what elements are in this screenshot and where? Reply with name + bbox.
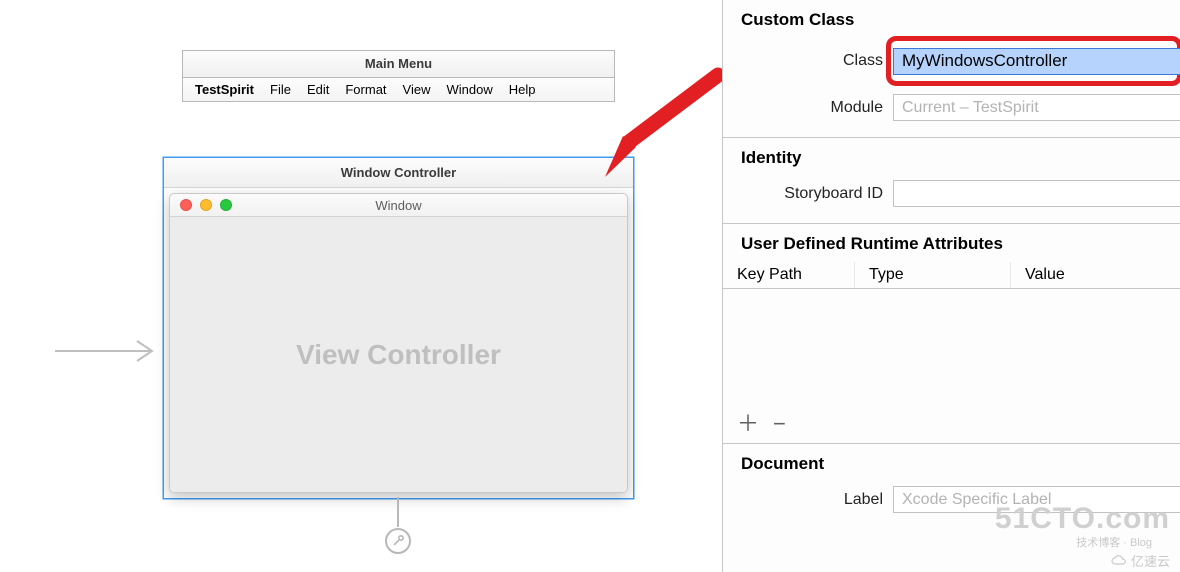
identity-inspector: Custom Class Class MyWindowsController M… <box>722 0 1180 572</box>
udra-col-type[interactable]: Type <box>855 262 1011 288</box>
module-label: Module <box>723 99 893 117</box>
view-controller-placeholder: View Controller <box>296 339 501 371</box>
identity-section: Identity Storyboard ID <box>723 138 1180 224</box>
remove-attribute-button[interactable]: − <box>773 413 786 435</box>
udra-title: User Defined Runtime Attributes <box>723 234 1180 262</box>
custom-class-title: Custom Class <box>723 10 1180 38</box>
udra-buttons: ＋ − <box>723 407 1180 441</box>
menu-bar[interactable]: TestSpirit File Edit Format View Window … <box>182 77 615 102</box>
storyboard-id-field[interactable] <box>893 180 1180 207</box>
document-label-label: Label <box>723 491 893 509</box>
document-title: Document <box>723 454 1180 482</box>
close-icon[interactable] <box>180 199 192 211</box>
storyboard-id-label: Storyboard ID <box>723 185 893 203</box>
window-content[interactable]: View Controller <box>170 217 627 492</box>
menu-app[interactable]: TestSpirit <box>187 82 262 97</box>
cloud-icon <box>1111 555 1127 567</box>
udra-col-keypath[interactable]: Key Path <box>723 262 855 288</box>
module-field[interactable] <box>893 94 1180 121</box>
window-controller-scene-title: Window Controller <box>164 158 633 188</box>
watermark-yisu: 亿速云 <box>1111 551 1170 570</box>
udra-section: User Defined Runtime Attributes Key Path… <box>723 224 1180 444</box>
main-menu-scene-title: Main Menu <box>182 50 615 77</box>
window-controller-scene[interactable]: Window Controller Window View Controller <box>163 157 634 499</box>
class-field-wrap: MyWindowsController <box>893 42 1180 80</box>
traffic-lights <box>180 199 232 211</box>
custom-class-section: Custom Class Class MyWindowsController M… <box>723 0 1180 138</box>
window-preview[interactable]: Window View Controller <box>169 193 628 493</box>
menu-file[interactable]: File <box>262 82 299 97</box>
identity-title: Identity <box>723 148 1180 176</box>
segue-line-icon <box>397 497 399 527</box>
main-menu-scene[interactable]: Main Menu TestSpirit File Edit Format Vi… <box>182 50 615 102</box>
window-titlebar[interactable]: Window <box>170 194 627 217</box>
add-attribute-button[interactable]: ＋ <box>737 413 759 435</box>
watermark-51cto: 51CTO.com <box>995 502 1170 536</box>
watermark-51cto-sub: 技术博客 · Blog <box>1076 534 1152 550</box>
class-label: Class <box>723 52 893 70</box>
window-title: Window <box>170 198 627 213</box>
minimize-icon[interactable] <box>200 199 212 211</box>
menu-view[interactable]: View <box>395 82 439 97</box>
storyboard-canvas[interactable]: Main Menu TestSpirit File Edit Format Vi… <box>0 0 722 572</box>
menu-help[interactable]: Help <box>501 82 544 97</box>
udra-table-header: Key Path Type Value <box>723 262 1180 289</box>
segue-indicator-icon[interactable] <box>385 528 411 554</box>
udra-table-body[interactable] <box>723 289 1180 407</box>
window-controller-body: Window View Controller <box>164 188 633 498</box>
zoom-icon[interactable] <box>220 199 232 211</box>
class-field[interactable]: MyWindowsController <box>893 48 1180 75</box>
menu-format[interactable]: Format <box>337 82 394 97</box>
menu-edit[interactable]: Edit <box>299 82 337 97</box>
udra-col-value[interactable]: Value <box>1011 262 1180 288</box>
initial-segue-arrow-icon <box>55 338 165 364</box>
menu-window[interactable]: Window <box>438 82 500 97</box>
